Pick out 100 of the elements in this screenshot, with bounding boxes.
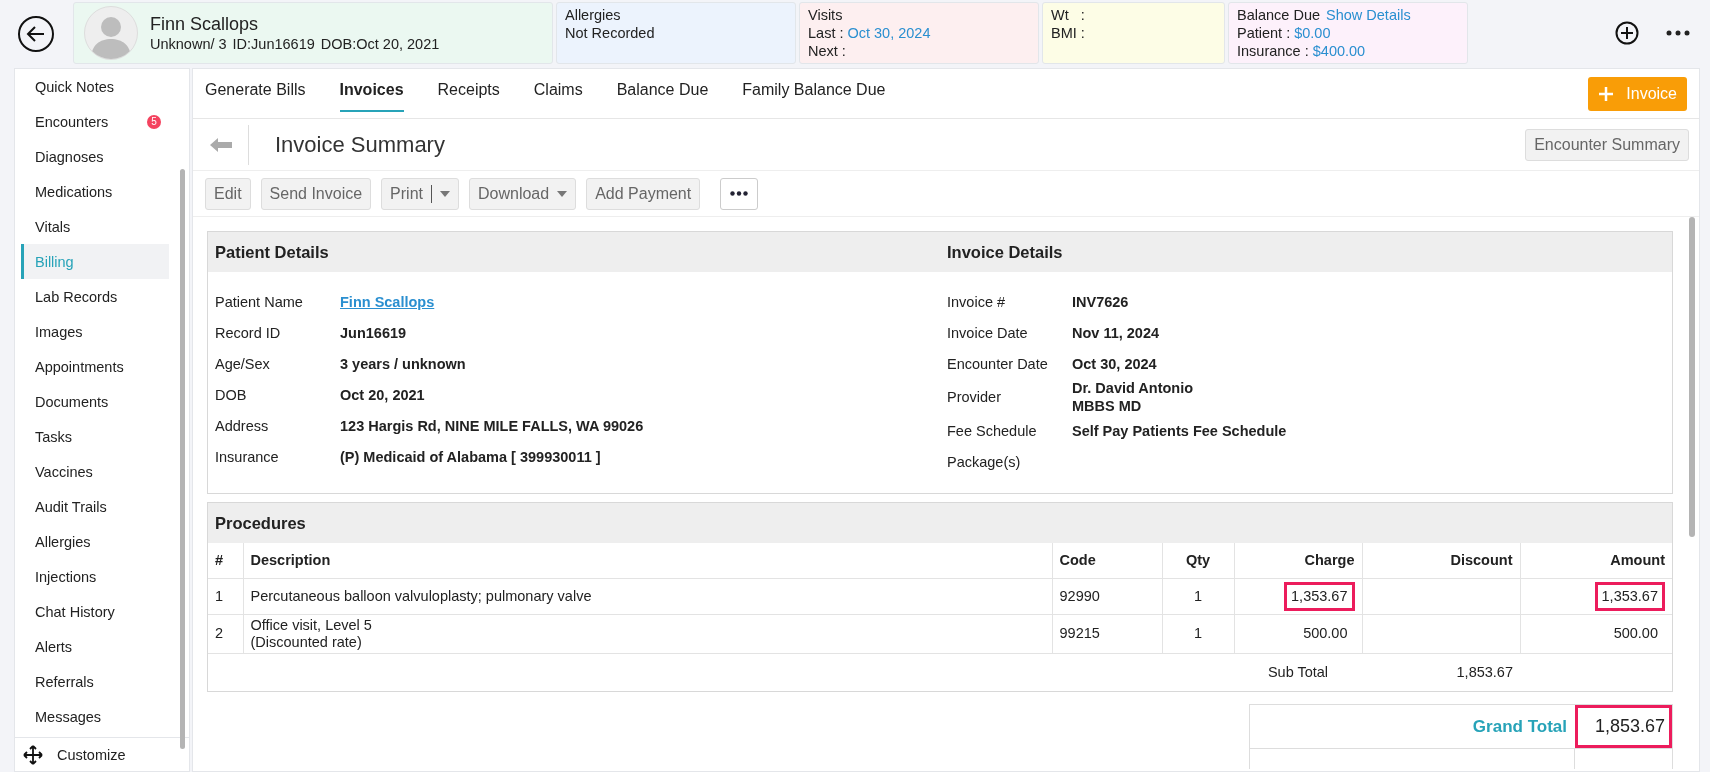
patient-id: ID:Jun16619 [232,35,315,53]
sidebar-item[interactable]: Audit Trails [21,489,169,524]
caret-icon [440,190,450,197]
plus-icon [1598,85,1615,102]
field-label: Invoice Date [947,324,1029,341]
section-title: Patient Details [214,242,330,262]
table-cell: 1 [1162,578,1234,614]
sidebar-item[interactable]: Injections [21,559,169,594]
scrollbar[interactable] [180,169,185,749]
tab[interactable]: Family Balance Due [742,69,886,112]
patient-dob: DOB:Oct 20, 2021 [320,35,440,53]
column-header: Description [243,543,1052,578]
column-header: Amount [1520,543,1672,578]
table-cell: Office visit, Level 5 (Discounted rate) [243,614,1052,653]
sidebar-item[interactable]: Tasks [21,419,169,454]
card-title: Allergies [565,6,622,24]
tab[interactable]: Generate Bills [205,69,306,112]
print-button[interactable]: Print [381,177,459,210]
sidebar-item[interactable]: Messages [21,699,169,734]
weight-label: Wt : [1051,6,1086,24]
patient-sex-age: Unknown/ 3 [150,35,227,53]
tab[interactable]: Claims [533,69,583,112]
subtotal-label: Sub Total [1267,664,1329,681]
tab[interactable]: Balance Due [616,69,709,112]
charge-value: 1,353.67 [1284,581,1355,611]
table-cell: 92990 [1052,578,1162,614]
page-title: Invoice Summary [275,131,445,158]
column-header: Charge [1234,543,1362,578]
last-visit-label: Last : [808,24,844,42]
caret-icon [557,190,568,197]
field-value: Dr. David Antonio MBBS MD [1072,379,1195,415]
field-label: Package(s) [947,453,1022,470]
scrollbar[interactable] [1689,217,1695,537]
action-button[interactable]: Send Invoice [260,177,372,210]
column-header: # [208,543,243,578]
avatar-icon [84,6,138,60]
customize-label: Customize [57,746,126,763]
allergies-value: Not Recorded [565,24,656,42]
sidebar-item[interactable]: Medications [21,174,169,209]
sidebar-item[interactable]: Quick Notes [21,69,169,104]
subtotal-value: 1,853.67 [1456,664,1513,681]
sidebar-item[interactable]: Referrals [21,664,169,699]
encounter-summary-button[interactable]: Encounter Summary [1525,128,1689,161]
field-value: 123 Hargis Rd, NINE MILE FALLS, WA 99026 [340,416,645,435]
sidebar-item[interactable]: Alerts [21,629,169,664]
sidebar-item[interactable]: Lab Records [21,279,169,314]
field-label: Fee Schedule [947,422,1038,439]
table-cell: 1 [1162,614,1234,653]
table-cell: 1 [208,578,243,614]
sidebar-item[interactable]: Images [21,314,169,349]
action-button[interactable]: Add Payment [586,177,701,210]
dropdown-button[interactable]: Download [469,177,577,210]
field-value: Jun16619 [340,323,408,342]
more-button[interactable] [720,177,759,210]
field-label: Provider [947,389,1002,405]
patient-balance-label: Patient : [1237,24,1291,42]
field-value: Oct 30, 2024 [1072,354,1158,373]
sidebar-item[interactable]: Diagnoses [21,139,169,174]
field-value: INV7626 [1072,292,1130,311]
table-cell: Percutaneous balloon valvuloplasty; pulmonary valve [243,578,1052,614]
field-label: Encounter Date [947,355,1049,372]
arrow-left-icon [26,25,46,43]
add-icon[interactable] [1615,21,1639,45]
grand-total-value: 1,853.67 [1575,705,1672,748]
insurance-balance-label: Insurance : [1237,42,1309,60]
amount-value: 500.00 [1612,624,1659,643]
tab[interactable]: Receipts [437,69,500,112]
field-value: Oct 20, 2021 [340,385,426,404]
column-header: Code [1052,543,1162,578]
field-label: Record ID [215,324,282,341]
field-label: Age/Sex [215,355,271,372]
tab[interactable]: Invoices [339,69,404,112]
column-header: Qty [1162,543,1234,578]
action-button[interactable]: Edit [205,177,251,210]
field-value: Nov 11, 2024 [1072,323,1161,342]
patient-link[interactable]: Finn Scallops [340,293,940,310]
sidebar-item[interactable]: Allergies [21,524,169,559]
back-button[interactable] [18,16,54,52]
sidebar-item[interactable]: Encounters 5 [21,104,169,139]
sidebar-item[interactable]: Vitals [21,209,169,244]
sidebar-item[interactable]: Appointments [21,349,169,384]
field-label: Address [215,417,270,434]
charge-value: 500.00 [1302,624,1349,643]
move-icon [23,744,43,765]
field-label: Insurance [215,448,280,465]
sidebar-item[interactable]: Documents [21,384,169,419]
field-value: Self Pay Patients Fee Schedule [1072,421,1288,440]
table-cell: 99215 [1052,614,1162,653]
section-title: Invoice Details [946,242,1064,262]
more-icon[interactable] [1666,30,1690,36]
ellipsis-icon [730,191,749,196]
field-label: DOB [215,386,248,403]
field-value: (P) Medicaid of Alabama [ 399930011 ] [340,447,602,466]
amount-value: 1,353.67 [1594,581,1665,611]
sidebar-item[interactable]: Chat History [21,594,169,629]
bmi-label: BMI : [1051,24,1086,42]
button-label: Invoice [1626,84,1677,103]
table-cell: 2 [208,614,243,653]
sidebar-item[interactable]: Vaccines [21,454,169,489]
next-visit-label: Next : [808,42,847,60]
